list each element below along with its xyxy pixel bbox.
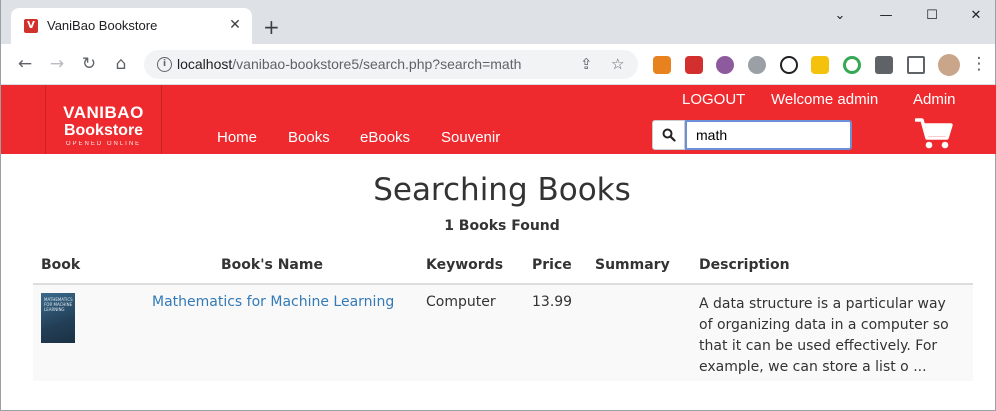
book-keywords: Computer	[426, 294, 496, 310]
back-arrow-icon[interactable]: ←	[15, 54, 35, 74]
play-extension-icon[interactable]	[780, 56, 798, 74]
tab-search-chevron-icon[interactable]: ⌄	[817, 4, 863, 28]
nav-home[interactable]: Home	[217, 129, 257, 146]
book-description: A data structure is a particular way of …	[699, 296, 949, 375]
forward-arrow-icon[interactable]: →	[47, 54, 67, 74]
site-info-icon[interactable]: i	[157, 57, 172, 72]
gear-extension-icon[interactable]	[748, 56, 766, 74]
nav-ebooks[interactable]: eBooks	[360, 129, 410, 146]
logout-link[interactable]: LOGOUT	[682, 91, 745, 108]
logo-tagline: OPENED ONLINE	[65, 141, 142, 147]
minimize-button[interactable]: —	[863, 4, 909, 28]
reload-icon[interactable]: ↻	[79, 54, 99, 74]
welcome-text: Welcome admin	[771, 91, 879, 108]
green-circle-extension-icon[interactable]	[843, 56, 861, 74]
column-header-name: Book's Name	[221, 257, 323, 273]
nav-books[interactable]: Books	[288, 129, 330, 146]
url-host: localhost	[177, 56, 233, 72]
nav-souvenir[interactable]: Souvenir	[441, 129, 500, 146]
yellow-extension-icon[interactable]	[811, 56, 829, 74]
metamask-extension-icon[interactable]	[653, 56, 671, 74]
column-header-summary: Summary	[595, 257, 670, 273]
url-path: /vanibao-bookstore5/search.php?search=ma…	[232, 56, 522, 72]
close-window-button[interactable]: ✕	[953, 4, 996, 28]
site-logo[interactable]: VANIBAO Bookstore OPENED ONLINE	[45, 85, 162, 154]
column-header-keywords: Keywords	[426, 257, 504, 273]
home-icon[interactable]: ⌂	[111, 54, 131, 74]
browser-window: V VaniBao Bookstore ✕ + ⌄ — ☐ ✕ ← → ↻ ⌂ …	[0, 0, 996, 411]
extensions-puzzle-icon[interactable]	[875, 56, 893, 74]
results-count: 1 Books Found	[444, 218, 560, 234]
tab-title: VaniBao Bookstore	[47, 18, 158, 33]
admin-link[interactable]: Admin	[913, 91, 956, 108]
book-price: 13.99	[532, 294, 573, 310]
logo-line-2: Bookstore	[63, 122, 144, 139]
browser-tab[interactable]: V VaniBao Bookstore ✕	[11, 8, 252, 44]
page-title: Searching Books	[373, 172, 631, 208]
column-header-price: Price	[532, 257, 572, 273]
bookmark-star-icon[interactable]: ☆	[611, 55, 624, 73]
search-input[interactable]	[685, 120, 852, 150]
maximize-button[interactable]: ☐	[909, 4, 955, 28]
tab-close-icon[interactable]: ✕	[226, 16, 244, 34]
pdf-extension-icon[interactable]	[685, 56, 703, 74]
profile-avatar-icon[interactable]	[938, 54, 960, 76]
book-name-link[interactable]: Mathematics for Machine Learning	[152, 294, 394, 310]
site-header: VANIBAO Bookstore OPENED ONLINE Home Boo…	[1, 85, 996, 154]
search-icon	[662, 128, 676, 142]
purple-extension-icon[interactable]	[716, 56, 734, 74]
browser-toolbar: ← → ↻ ⌂ i localhost/vanibao-bookstore5/s…	[1, 44, 995, 85]
book-cover-image[interactable]: MATHEMATICS FOR MACHINE LEARNING	[41, 293, 75, 343]
share-icon[interactable]: ⇪	[580, 55, 593, 73]
tab-strip: V VaniBao Bookstore ✕ + ⌄ — ☐ ✕	[1, 0, 995, 44]
column-header-book: Book	[41, 257, 81, 273]
address-bar[interactable]: i localhost/vanibao-bookstore5/search.ph…	[144, 50, 638, 79]
search-button[interactable]	[652, 120, 685, 150]
side-panel-icon[interactable]	[907, 56, 925, 74]
new-tab-button[interactable]: +	[263, 17, 280, 37]
vanibao-favicon-icon: V	[24, 19, 38, 33]
book-cover-title: MATHEMATICS FOR MACHINE LEARNING	[44, 297, 73, 312]
shopping-cart-icon[interactable]	[915, 116, 953, 150]
logo-line-1: VANIBAO	[63, 103, 144, 122]
url-text[interactable]: localhost/vanibao-bookstore5/search.php?…	[177, 56, 521, 72]
column-header-description: Description	[699, 257, 790, 273]
browser-menu-icon[interactable]: ⋮	[969, 54, 989, 74]
